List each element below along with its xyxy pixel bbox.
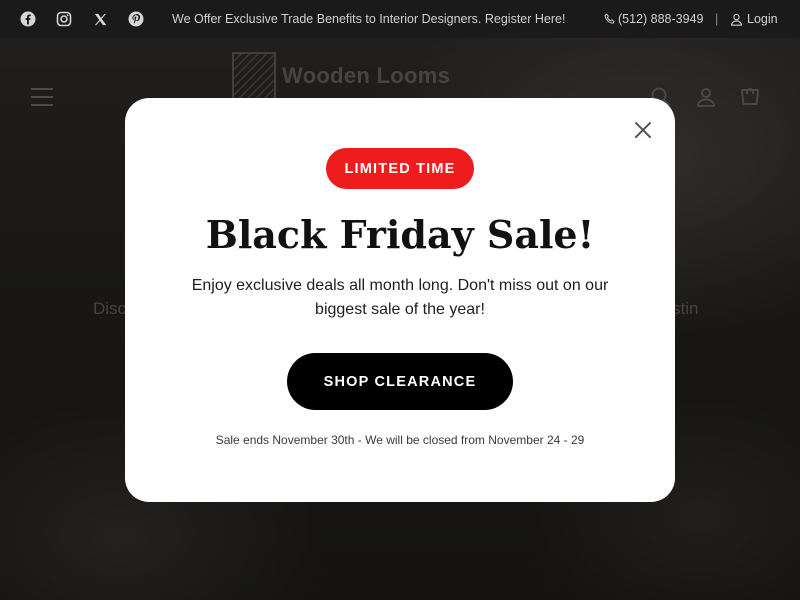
phone-icon — [604, 13, 615, 24]
limited-time-badge: LIMITED TIME — [326, 148, 474, 189]
promo-modal: LIMITED TIME Black Friday Sale! Enjoy ex… — [125, 98, 675, 502]
instagram-icon[interactable] — [55, 10, 73, 28]
phone-link[interactable]: (512) 888-3949 — [604, 12, 703, 26]
sale-footnote: Sale ends November 30th - We will be clo… — [215, 433, 585, 447]
pinterest-icon[interactable] — [127, 10, 145, 28]
modal-title: Black Friday Sale! — [205, 212, 595, 257]
user-icon — [731, 13, 742, 26]
facebook-icon[interactable] — [19, 10, 37, 28]
close-icon[interactable] — [633, 120, 653, 140]
announcement-link[interactable]: We Offer Exclusive Trade Benefits to Int… — [172, 12, 565, 26]
x-icon[interactable] — [91, 10, 109, 28]
top-announcement-bar: We Offer Exclusive Trade Benefits to Int… — [0, 0, 800, 38]
topbar-divider: | — [715, 12, 719, 26]
login-label: Login — [747, 12, 778, 26]
shop-clearance-button[interactable]: SHOP CLEARANCE — [287, 353, 513, 410]
phone-number: (512) 888-3949 — [618, 12, 704, 26]
login-link[interactable]: Login — [730, 12, 778, 26]
modal-description: Enjoy exclusive deals all month long. Do… — [191, 277, 609, 318]
